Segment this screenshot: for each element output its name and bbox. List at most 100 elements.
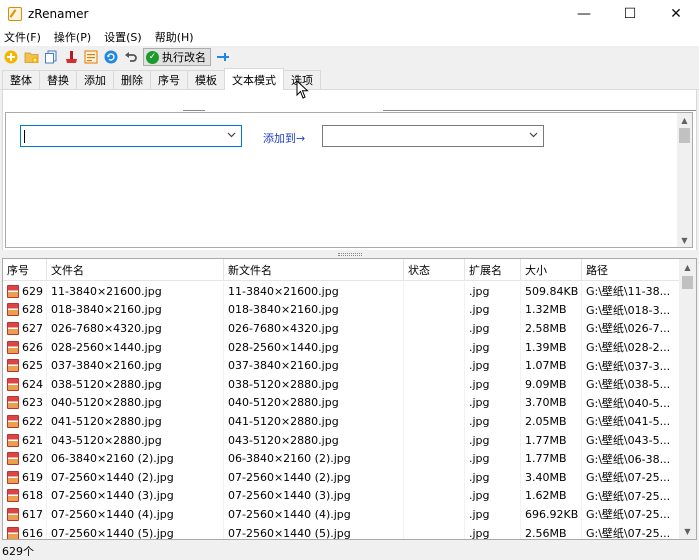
row-size-text: 1.07MB bbox=[525, 359, 567, 373]
row-status bbox=[404, 337, 465, 357]
chevron-down-icon[interactable] bbox=[529, 131, 538, 141]
row-extension-text: .jpg bbox=[469, 396, 490, 410]
row-new-filename: 11-3840×21600.jpg bbox=[224, 282, 404, 301]
row-filename: 026-7680×4320.jpg bbox=[47, 319, 224, 338]
column-path[interactable]: 路径 bbox=[582, 259, 680, 281]
app-pencil-icon bbox=[8, 7, 22, 21]
list-edit-icon[interactable] bbox=[83, 49, 99, 65]
jpg-file-icon bbox=[7, 340, 19, 354]
scroll-down-icon[interactable]: ▼ bbox=[677, 233, 692, 247]
row-filename-text: 06-3840×2160 (2).jpg bbox=[51, 452, 174, 466]
row-extension: .jpg bbox=[465, 319, 521, 338]
row-extension-text: .jpg bbox=[469, 507, 490, 521]
panel-splitter[interactable] bbox=[0, 250, 699, 258]
jpg-file-icon bbox=[7, 507, 19, 521]
tab-sequence[interactable]: 序号 bbox=[150, 70, 188, 89]
row-path: G:\壁纸\037-3... bbox=[582, 356, 680, 375]
scroll-up-icon[interactable]: ▲ bbox=[679, 259, 696, 275]
row-size-text: 1.77MB bbox=[525, 452, 567, 466]
scroll-thumb[interactable] bbox=[682, 276, 693, 289]
row-seq: 616 bbox=[3, 523, 47, 539]
row-path-text: G:\壁纸\040-5... bbox=[586, 396, 671, 410]
close-button[interactable]: ✕ bbox=[653, 0, 699, 28]
row-new-filename: 038-5120×2880.jpg bbox=[224, 374, 404, 394]
tab-add[interactable]: 添加 bbox=[76, 70, 114, 89]
menu-help[interactable]: 帮助(H) bbox=[155, 29, 194, 45]
list-scrollbar[interactable]: ▲ ▼ bbox=[679, 259, 696, 539]
tab-template[interactable]: 模板 bbox=[187, 70, 225, 89]
table-row[interactable]: 626 028-2560×1440.jpg 028-2560×1440.jpg .jp… bbox=[3, 337, 680, 357]
row-new-filename-text: 040-5120×2880.jpg bbox=[228, 396, 339, 410]
row-path: G:\壁纸\07-25... bbox=[582, 468, 680, 487]
table-row[interactable]: 617 07-2560×1440 (4).jpg 07-2560×1440 (4).… bbox=[3, 505, 680, 524]
table-row[interactable]: 625 037-3840×2160.jpg 037-3840×2160.jpg .jp… bbox=[3, 356, 680, 375]
table-row[interactable]: 616 07-2560×1440 (5).jpg 07-2560×1440 (5).… bbox=[3, 523, 680, 540]
row-extension: .jpg bbox=[465, 282, 521, 301]
panel-scrollbar[interactable]: ▲ ▼ bbox=[677, 113, 692, 247]
jpg-file-icon bbox=[7, 321, 19, 335]
add-file-icon[interactable] bbox=[3, 49, 19, 65]
row-size: 3.70MB bbox=[521, 393, 582, 413]
row-size: 2.56MB bbox=[521, 523, 582, 539]
menu-bar: 文件(F) 操作(P) 设置(S) 帮助(H) bbox=[0, 28, 699, 46]
row-size: 1.77MB bbox=[521, 430, 582, 450]
tab-whole[interactable]: 整体 bbox=[2, 70, 40, 89]
row-seq-text: 622 bbox=[22, 414, 43, 428]
table-row[interactable]: 623 040-5120×2880.jpg 040-5120×2880.jpg .jp… bbox=[3, 393, 680, 413]
row-seq: 622 bbox=[3, 412, 47, 431]
row-new-filename-text: 037-3840×2160.jpg bbox=[228, 359, 339, 373]
execute-rename-button[interactable]: ✓ 执行改名 bbox=[143, 48, 211, 66]
row-path: G:\壁纸\038-5... bbox=[582, 375, 680, 394]
table-row[interactable]: 621 043-5120×2880.jpg 043-5120×2880.jpg .jp… bbox=[3, 430, 680, 450]
source-combo[interactable] bbox=[20, 125, 242, 147]
scroll-down-icon[interactable]: ▼ bbox=[679, 523, 696, 539]
scroll-up-icon[interactable]: ▲ bbox=[677, 113, 692, 127]
row-new-filename-text: 026-7680×4320.jpg bbox=[228, 321, 339, 335]
column-size[interactable]: 大小 bbox=[521, 259, 582, 281]
row-filename-text: 037-3840×2160.jpg bbox=[51, 359, 162, 373]
target-combo[interactable] bbox=[322, 125, 544, 147]
minimize-button[interactable]: — bbox=[561, 0, 607, 28]
column-extension[interactable]: 扩展名 bbox=[465, 259, 521, 281]
refresh-icon[interactable] bbox=[103, 49, 119, 65]
clear-broom-icon[interactable] bbox=[63, 49, 79, 65]
tab-delete[interactable]: 删除 bbox=[113, 70, 151, 89]
table-row[interactable]: 629 11-3840×21600.jpg 11-3840×21600.jpg .jp… bbox=[3, 282, 680, 301]
undo-icon[interactable] bbox=[123, 49, 139, 65]
tab-text-mode[interactable]: 文本模式 bbox=[224, 68, 284, 90]
row-filename-text: 040-5120×2880.jpg bbox=[51, 396, 162, 410]
column-status[interactable]: 状态 bbox=[404, 259, 465, 281]
table-row[interactable]: 628 018-3840×2160.jpg 018-3840×2160.jpg .jp… bbox=[3, 300, 680, 320]
menu-file[interactable]: 文件(F) bbox=[4, 29, 41, 45]
column-filename[interactable]: 文件名 bbox=[47, 259, 224, 281]
table-row[interactable]: 620 06-3840×2160 (2).jpg 06-3840×2160 (2).… bbox=[3, 449, 680, 468]
copy-icon[interactable] bbox=[43, 49, 59, 65]
row-filename: 028-2560×1440.jpg bbox=[47, 337, 224, 357]
scroll-thumb[interactable] bbox=[679, 128, 690, 143]
row-new-filename: 028-2560×1440.jpg bbox=[224, 337, 404, 357]
row-status bbox=[404, 393, 465, 413]
row-filename-text: 07-2560×1440 (5).jpg bbox=[51, 526, 174, 540]
table-row[interactable]: 624 038-5120×2880.jpg 038-5120×2880.jpg .jp… bbox=[3, 374, 680, 394]
row-size-text: 1.39MB bbox=[525, 340, 567, 354]
menu-settings[interactable]: 设置(S) bbox=[104, 29, 142, 45]
maximize-button[interactable]: ☐ bbox=[607, 0, 653, 28]
row-new-filename: 07-2560×1440 (3).jpg bbox=[224, 486, 404, 506]
table-row[interactable]: 618 07-2560×1440 (3).jpg 07-2560×1440 (3).… bbox=[3, 486, 680, 506]
table-row[interactable]: 627 026-7680×4320.jpg 026-7680×4320.jpg .jp… bbox=[3, 319, 680, 338]
table-row[interactable]: 622 041-5120×2880.jpg 041-5120×2880.jpg .jp… bbox=[3, 412, 680, 431]
row-new-filename-text: 07-2560×1440 (2).jpg bbox=[228, 470, 351, 484]
row-path: G:\壁纸\040-5... bbox=[582, 394, 680, 413]
row-status bbox=[404, 523, 465, 539]
add-folder-icon[interactable] bbox=[23, 49, 39, 65]
row-seq: 618 bbox=[3, 486, 47, 506]
pin-icon[interactable] bbox=[215, 49, 231, 65]
add-to-link[interactable]: 添加到→ bbox=[263, 130, 305, 146]
column-new-filename[interactable]: 新文件名 bbox=[224, 259, 404, 281]
menu-operation[interactable]: 操作(P) bbox=[54, 29, 91, 45]
column-seq[interactable]: 序号 bbox=[3, 259, 47, 281]
tab-replace[interactable]: 替换 bbox=[39, 70, 77, 89]
chevron-down-icon[interactable] bbox=[227, 131, 236, 141]
table-row[interactable]: 619 07-2560×1440 (2).jpg 07-2560×1440 (2).… bbox=[3, 467, 680, 487]
jpg-file-icon bbox=[7, 433, 19, 447]
